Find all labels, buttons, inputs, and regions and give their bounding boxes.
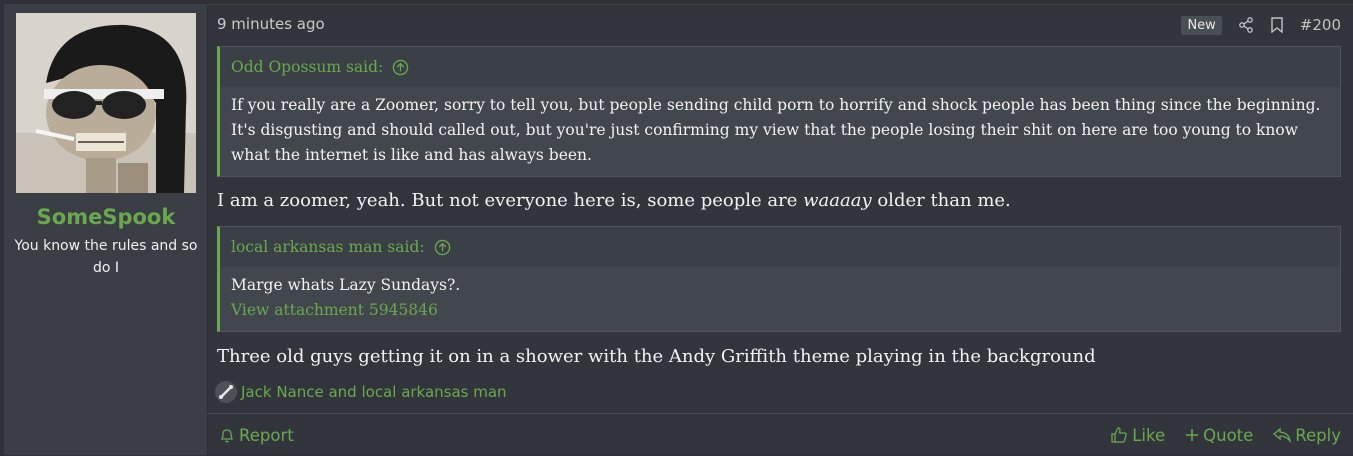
new-badge: New — [1181, 15, 1222, 35]
report-button[interactable]: Report — [219, 426, 294, 445]
post-container: SomeSpook You know the rules and so do I… — [4, 4, 1353, 455]
reply-arrow-icon — [1273, 427, 1292, 443]
post-footer: Report Like Quote Reply — [207, 413, 1353, 456]
user-title: You know the rules and so do I — [14, 238, 198, 276]
username[interactable]: SomeSpook — [5, 205, 207, 229]
arrow-up-circle-icon[interactable] — [392, 59, 409, 76]
reply-text-segment: I am a zoomer, yeah. But not everyone he… — [217, 190, 804, 211]
post-top-actions: New #200 — [1181, 13, 1341, 37]
quote-block-2: local arkansas man said: Marge whats Laz… — [217, 226, 1341, 332]
bell-icon — [220, 428, 234, 442]
reactions-users[interactable]: Jack Nance and local arkansas man — [241, 383, 507, 401]
post-timestamp[interactable]: 9 minutes ago — [217, 15, 325, 33]
quote-author[interactable]: local arkansas man said: — [231, 238, 425, 256]
reply-label: Reply — [1295, 425, 1341, 445]
quote-text: Marge whats Lazy Sundays?. — [231, 276, 461, 294]
post-main: 9 minutes ago New #200 Odd Opossum said:… — [207, 5, 1353, 455]
skeleton-avatar-icon — [16, 13, 196, 193]
avatar[interactable] — [16, 13, 196, 193]
quote-header[interactable]: Odd Opossum said: — [220, 47, 1340, 87]
reply-text-1: I am a zoomer, yeah. But not everyone he… — [217, 190, 1341, 211]
user-info-panel: SomeSpook You know the rules and so do I — [5, 5, 208, 455]
plus-icon — [1186, 429, 1199, 441]
bookmark-icon[interactable] — [1270, 17, 1284, 33]
arrow-up-circle-icon[interactable] — [434, 239, 451, 256]
like-button[interactable]: Like — [1110, 426, 1165, 445]
quote-button[interactable]: Quote — [1185, 426, 1253, 445]
quote-body: Marge whats Lazy Sundays?. View attachme… — [220, 267, 1340, 331]
post-number-link[interactable]: #200 — [1300, 16, 1341, 34]
reply-button[interactable]: Reply — [1273, 426, 1341, 445]
like-label: Like — [1132, 425, 1166, 445]
quote-author[interactable]: Odd Opossum said: — [231, 58, 383, 76]
quote-body: If you really are a Zoomer, sorry to tel… — [220, 87, 1340, 176]
quote-text: If you really are a Zoomer, sorry to tel… — [231, 96, 1321, 164]
reply-text-italic: waaaay — [803, 190, 872, 211]
quote-header[interactable]: local arkansas man said: — [220, 227, 1340, 267]
reply-text-2: Three old guys getting it on in a shower… — [217, 346, 1096, 367]
thumbs-up-icon — [1111, 427, 1127, 443]
quote-block-1: Odd Opossum said: If you really are a Zo… — [217, 46, 1341, 177]
quote-label: Quote — [1203, 425, 1254, 445]
report-label: Report — [239, 425, 294, 445]
footer-actions: Like Quote Reply — [1110, 426, 1341, 445]
view-attachment-link[interactable]: View attachment 5945846 — [231, 298, 1328, 323]
bone-reaction-icon — [215, 381, 237, 403]
reply-text-segment: older than me. — [871, 190, 1011, 211]
reactions-bar[interactable]: Jack Nance and local arkansas man — [215, 381, 507, 403]
share-icon[interactable] — [1238, 17, 1254, 33]
